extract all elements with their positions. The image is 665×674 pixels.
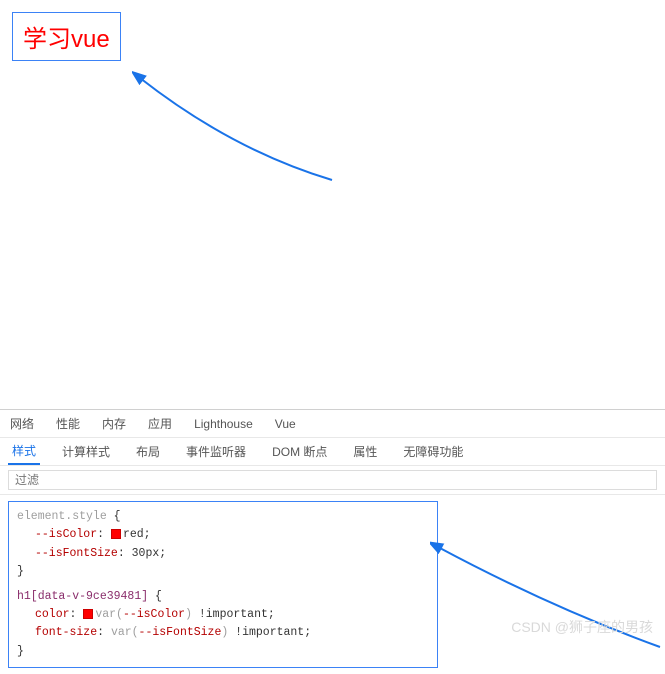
subtab-accessibility[interactable]: 无障碍功能 [399,438,467,465]
devtools-main-tabs: 网络 性能 内存 应用 Lighthouse Vue [0,410,665,438]
rule2-prop-1[interactable]: color: var(--isColor) !important; [17,606,429,624]
brace-open: { [155,590,162,603]
styles-filter-input[interactable] [8,470,657,490]
heading-box: 学习vue [12,12,121,61]
rule1-prop-1[interactable]: --isColor: red; [17,526,429,544]
tab-vue[interactable]: Vue [273,417,298,431]
brace-open: { [114,510,121,523]
styles-filter-row [0,466,665,495]
rule2-selector: h1[data-v-9ce39481] [17,590,148,603]
heading-text: 学习vue [23,26,110,53]
tab-performance[interactable]: 性能 [54,415,82,432]
rule1-prop-2[interactable]: --isFontSize: 30px; [17,545,429,563]
subtab-event-listeners[interactable]: 事件监听器 [182,438,250,465]
rule2-prop-2[interactable]: font-size: var(--isFontSize) !important; [17,624,429,642]
brace-close: } [17,565,24,578]
devtools-sub-tabs: 样式 计算样式 布局 事件监听器 DOM 断点 属性 无障碍功能 [0,438,665,466]
watermark: CSDN @狮子座的男孩 [511,617,653,637]
tab-lighthouse[interactable]: Lighthouse [192,417,255,431]
prop-name: --isFontSize [35,547,118,560]
prop-value: red [123,528,144,541]
brace-close: } [17,645,24,658]
annotation-arrow-1 [132,70,352,190]
subtab-computed[interactable]: 计算样式 [58,438,114,465]
css-rules-highlight: element.style { --isColor: red; --isFont… [8,501,438,668]
tab-application[interactable]: 应用 [146,415,174,432]
prop-name: font-size [35,626,97,639]
tab-memory[interactable]: 内存 [100,415,128,432]
tab-network[interactable]: 网络 [8,415,36,432]
subtab-styles[interactable]: 样式 [8,438,40,465]
color-swatch-icon[interactable] [111,529,121,539]
rule-2[interactable]: h1[data-v-9ce39481] { color: var(--isCol… [17,588,429,662]
subtab-dom-breakpoints[interactable]: DOM 断点 [268,438,331,465]
subtab-layout[interactable]: 布局 [132,438,164,465]
rendered-page: 学习vue [0,0,665,409]
prop-value: 30px [132,547,160,560]
prop-name: --isColor [35,528,97,541]
color-swatch-icon[interactable] [83,609,93,619]
rule1-selector: element.style [17,510,107,523]
subtab-properties[interactable]: 属性 [349,438,381,465]
prop-name: color [35,608,70,621]
styles-pane: element.style { --isColor: red; --isFont… [0,495,665,674]
rule-1[interactable]: element.style { --isColor: red; --isFont… [17,508,429,582]
